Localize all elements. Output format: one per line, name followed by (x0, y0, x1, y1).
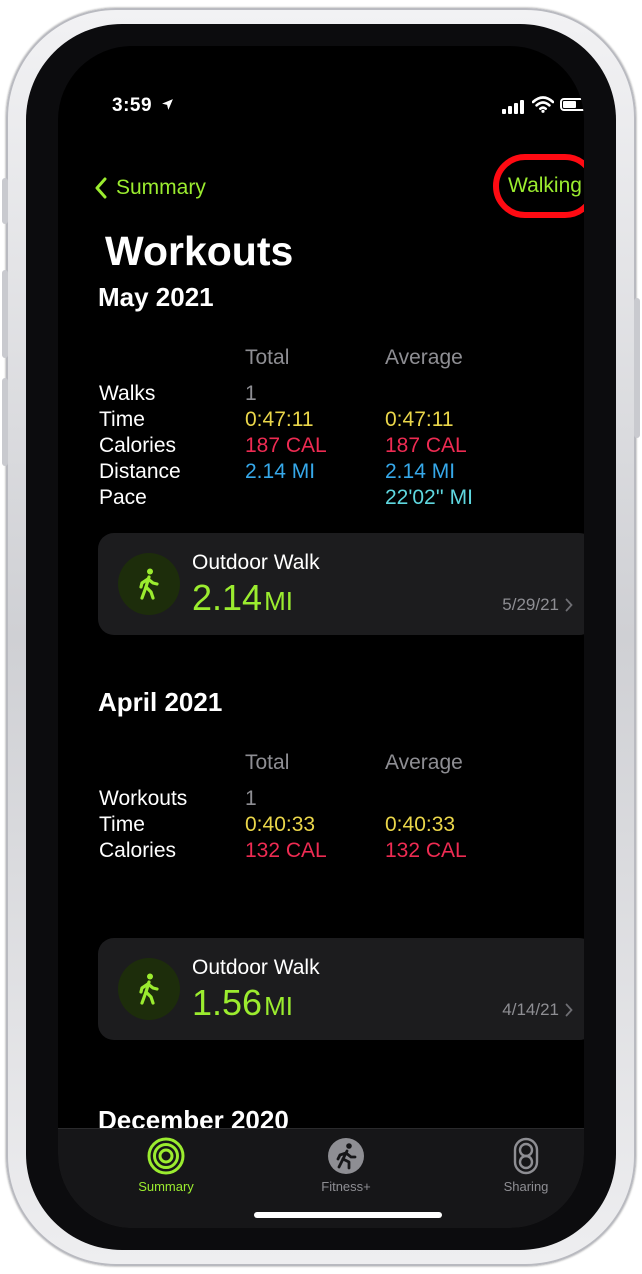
page-title: Workouts (105, 228, 294, 274)
cellular-signal-icon (502, 100, 524, 114)
silent-switch (2, 178, 8, 224)
tab-sharing[interactable]: Sharing (456, 1137, 584, 1194)
tab-sharing-label: Sharing (503, 1179, 549, 1194)
stat-total-workouts: 1 (245, 787, 257, 810)
stat-label-distance: Distance (99, 460, 181, 483)
location-arrow-icon (161, 99, 173, 110)
chevron-right-icon (565, 598, 573, 612)
tab-fitness-plus[interactable]: Fitness+ (276, 1137, 416, 1194)
workout-title: Outdoor Walk (192, 956, 320, 979)
stat-label-calories: Calories (99, 434, 177, 457)
fitness-plus-icon (328, 1138, 364, 1174)
workout-card-may-2021[interactable]: Outdoor Walk 2.14MI 5/29/21 (98, 533, 584, 635)
stat-label-walks: Walks (99, 382, 156, 405)
stat-total-time: 0:47:11 (245, 408, 314, 431)
workout-date: 5/29/21 (502, 595, 559, 614)
stat-label-calories-april: Calories (99, 839, 177, 862)
sharing-icon (513, 1137, 539, 1175)
column-header-total-april: Total (245, 751, 290, 774)
phone-frame: 3:59 Summary Walking Workouts May 2021 T… (2, 8, 640, 1266)
stat-label-pace: Pace (99, 486, 147, 509)
workout-date-row: 4/14/21 (502, 1000, 573, 1020)
workout-date: 4/14/21 (502, 1000, 559, 1019)
chevron-left-icon (95, 177, 107, 199)
chevron-right-icon (565, 1003, 573, 1017)
walking-filter-highlight: Walking (493, 154, 584, 218)
workout-distance-value: 1.56 (192, 982, 263, 1023)
workout-distance: 2.14MI (192, 577, 293, 619)
workout-distance: 1.56MI (192, 982, 293, 1024)
home-indicator[interactable] (254, 1212, 442, 1218)
stat-label-time: Time (99, 408, 145, 431)
section-heading-may-2021: May 2021 (98, 282, 214, 312)
tab-summary[interactable]: Summary (96, 1137, 236, 1194)
column-header-total: Total (245, 346, 290, 369)
workout-distance-value: 2.14 (192, 577, 263, 618)
stat-total-calories-april: 132 CAL (245, 839, 327, 862)
stat-total-calories: 187 CAL (245, 434, 327, 457)
stat-label-time-april: Time (99, 813, 145, 836)
tab-summary-label: Summary (138, 1179, 194, 1194)
stat-average-pace: 22'02'' MI (385, 486, 473, 509)
stat-label-workouts: Workouts (99, 787, 188, 810)
volume-up-button (2, 270, 8, 358)
section-heading-april-2021: April 2021 (98, 687, 223, 717)
stat-total-distance: 2.14 MI (245, 460, 316, 483)
walking-figure-icon (118, 553, 180, 615)
status-time: 3:59 (112, 95, 174, 117)
bezel: 3:59 Summary Walking Workouts May 2021 T… (26, 24, 616, 1250)
stat-average-time: 0:47:11 (385, 408, 454, 431)
workout-title: Outdoor Walk (192, 551, 320, 574)
workout-date-row: 5/29/21 (502, 595, 573, 615)
wifi-icon (532, 96, 554, 113)
column-header-average: Average (385, 346, 463, 369)
workout-card-april-2021[interactable]: Outdoor Walk 1.56MI 4/14/21 (98, 938, 584, 1040)
stat-average-distance: 2.14 MI (385, 460, 456, 483)
workout-distance-unit: MI (264, 991, 293, 1021)
workout-distance-unit: MI (264, 586, 293, 616)
tab-fitness-plus-label: Fitness+ (321, 1179, 371, 1194)
column-header-average-april: Average (385, 751, 463, 774)
stat-total-walks: 1 (245, 382, 257, 405)
stat-average-calories-april: 132 CAL (385, 839, 467, 862)
walking-filter-button[interactable]: Walking (508, 174, 582, 198)
back-button[interactable]: Summary (94, 176, 206, 200)
screen: 3:59 Summary Walking Workouts May 2021 T… (58, 46, 584, 1228)
battery-icon (560, 98, 584, 111)
stat-total-time-april: 0:40:33 (245, 813, 316, 836)
volume-down-button (2, 378, 8, 466)
power-button (634, 298, 640, 438)
stat-average-time-april: 0:40:33 (385, 813, 456, 836)
status-time-text: 3:59 (112, 95, 153, 116)
back-button-label: Summary (116, 176, 206, 199)
activity-rings-icon (147, 1137, 185, 1175)
walking-figure-icon (118, 958, 180, 1020)
stat-average-calories: 187 CAL (385, 434, 467, 457)
